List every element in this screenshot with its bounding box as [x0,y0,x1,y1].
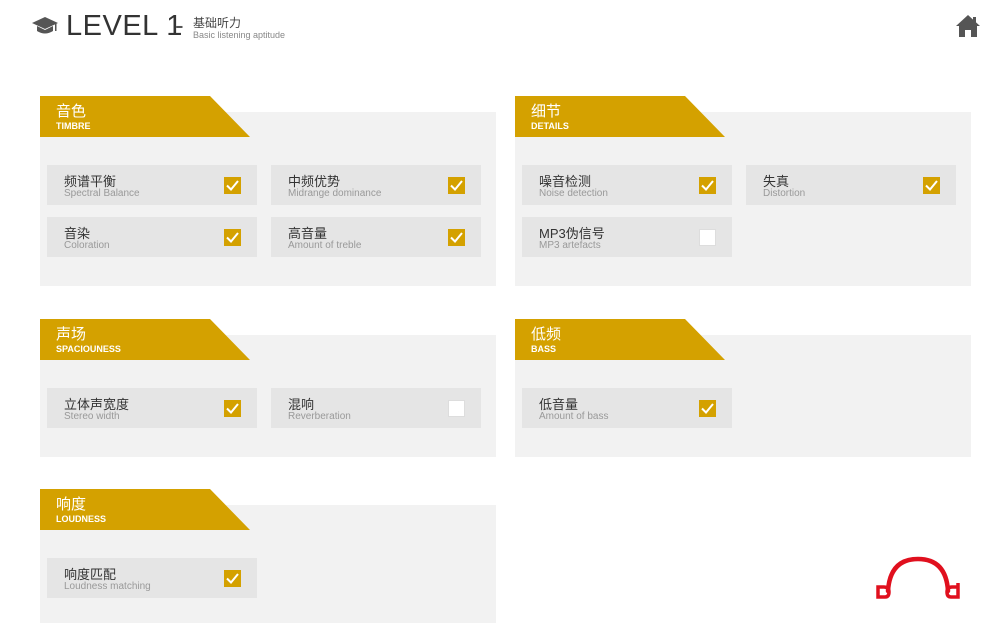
check-icon [701,180,714,191]
checkbox-checked[interactable] [923,177,940,194]
checkbox-checked[interactable] [224,177,241,194]
section-timbre: 音色 TIMBRE 频谱平衡 Spectral Balance 中频优势 Mid… [40,96,496,286]
item-label-en: Spectral Balance [64,188,140,199]
checkbox-checked[interactable] [224,229,241,246]
item-label-en: Coloration [64,240,110,251]
section-title-zh: 响度 [56,496,87,513]
check-icon [226,180,239,191]
section-loudness: 响度 LOUDNESS 响度匹配 Loudness matching [40,489,496,623]
section-title-zh: 细节 [531,103,562,120]
checkbox-unchecked[interactable] [699,229,716,246]
headphones-logo [876,556,960,599]
level-subtitle-zh: 基础听力 [193,16,242,30]
item-amount-of-bass[interactable]: 低音量 Amount of bass [522,388,732,428]
section-title-en: BASS [531,344,557,354]
header: LEVEL 1 - 基础听力 Basic listening aptitude [0,0,1000,60]
item-label-en: Amount of treble [288,240,362,251]
section-bass: 低频 BASS 低音量 Amount of bass [515,319,971,457]
section-tab-loudness: 响度 LOUDNESS [40,489,250,530]
section-title-en: TIMBRE [56,121,91,131]
title-separator: - [175,10,184,40]
checkbox-checked[interactable] [448,229,465,246]
item-midrange-dominance[interactable]: 中频优势 Midrange dominance [271,165,481,205]
item-spectral-balance[interactable]: 频谱平衡 Spectral Balance [47,165,257,205]
item-amount-of-treble[interactable]: 高音量 Amount of treble [271,217,481,257]
item-label-en: Stereo width [64,411,120,422]
section-title-zh: 低频 [531,326,562,343]
item-label-en: Midrange dominance [288,188,382,199]
item-distortion[interactable]: 失真 Distortion [746,165,956,205]
section-tab-spaciousness: 声场 SPACIOUNESS [40,319,250,360]
section-spaciousness: 声场 SPACIOUNESS 立体声宽度 Stereo width 混响 Rev… [40,319,496,457]
checkbox-checked[interactable] [224,400,241,417]
check-icon [226,573,239,584]
check-icon [450,180,463,191]
level-title: LEVEL 1 [66,10,183,42]
level-subtitle-en: Basic listening aptitude [193,30,286,40]
item-loudness-matching[interactable]: 响度匹配 Loudness matching [47,558,257,598]
section-tab-bass: 低频 BASS [515,319,725,360]
home-icon[interactable] [955,14,981,38]
item-label-en: Reverberation [288,411,351,422]
check-icon [226,403,239,414]
item-label-en: Amount of bass [539,411,609,422]
item-label-en: Distortion [763,188,806,199]
item-coloration[interactable]: 音染 Coloration [47,217,257,257]
item-label-en: MP3 artefacts [539,240,601,251]
checkbox-unchecked[interactable] [448,400,465,417]
section-tab-details: 细节 DETAILS [515,96,725,137]
item-stereo-width[interactable]: 立体声宽度 Stereo width [47,388,257,428]
section-title-en: DETAILS [531,121,569,131]
graduation-cap-icon [32,17,58,34]
item-reverberation[interactable]: 混响 Reverberation [271,388,481,428]
item-label-en: Noise detection [539,188,608,199]
check-icon [226,232,239,243]
checkbox-checked[interactable] [448,177,465,194]
item-label-en: Loudness matching [64,581,151,592]
section-title-en: LOUDNESS [56,514,107,524]
section-title-zh: 音色 [56,103,87,120]
check-icon [701,403,714,414]
item-mp3-artefacts[interactable]: MP3伪信号 MP3 artefacts [522,217,732,257]
section-tab-timbre: 音色 TIMBRE [40,96,250,137]
checkbox-checked[interactable] [224,570,241,587]
checkbox-checked[interactable] [699,400,716,417]
check-icon [450,232,463,243]
check-icon [925,180,938,191]
section-title-en: SPACIOUNESS [56,344,121,354]
checkbox-checked[interactable] [699,177,716,194]
section-details: 细节 DETAILS 噪音检测 Noise detection 失真 Disto… [515,96,971,286]
item-noise-detection[interactable]: 噪音检测 Noise detection [522,165,732,205]
section-title-zh: 声场 [56,326,87,343]
